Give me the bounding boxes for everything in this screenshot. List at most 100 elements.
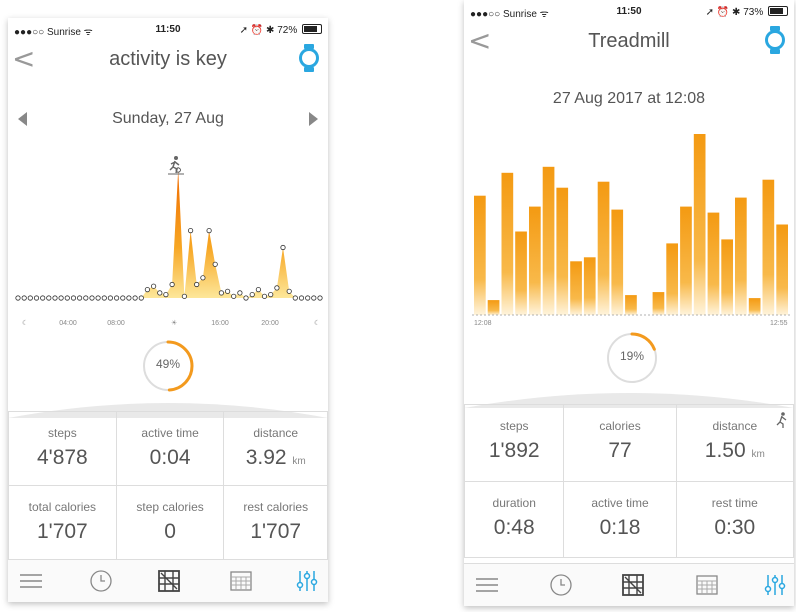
stat-value: 0:18 — [599, 515, 641, 539]
data-point — [101, 295, 107, 301]
stat-active-time[interactable]: active time 0:18 — [563, 480, 677, 558]
data-point — [311, 295, 317, 301]
data-point — [33, 295, 40, 301]
stat-value: 0:04 — [149, 446, 191, 469]
data-point — [280, 244, 286, 251]
clock-icon[interactable] — [548, 572, 574, 598]
bar — [529, 206, 541, 315]
activity-map-icon[interactable] — [620, 572, 646, 598]
stat-calories[interactable]: calories 77 — [563, 404, 677, 482]
data-point — [231, 293, 237, 299]
menu-icon[interactable] — [18, 568, 44, 594]
bar — [693, 134, 706, 315]
stat-step-calories[interactable]: step calories 0 — [115, 485, 225, 560]
data-point — [298, 295, 305, 301]
settings-sliders-icon[interactable] — [762, 572, 788, 598]
calendar-icon[interactable] — [228, 568, 254, 594]
stat-value: 77 — [608, 439, 632, 462]
stat-rest-calories[interactable]: rest calories 1'707 — [223, 485, 328, 560]
daily-goal-ring: 49% — [140, 338, 196, 394]
stat-label: rest time — [711, 495, 758, 510]
x-start-label: 12:08 — [474, 320, 492, 327]
next-day-button[interactable] — [309, 112, 318, 126]
activity-area — [18, 170, 320, 298]
runner-icon — [168, 156, 184, 175]
battery-icon — [302, 24, 322, 34]
data-point — [107, 295, 114, 301]
data-point — [52, 295, 58, 301]
stat-distance[interactable]: distance 1.50 km — [675, 404, 794, 482]
data-point — [200, 275, 206, 281]
status-right: ➚ ⏰ ✱ 73% — [706, 6, 788, 18]
phone-screen-treadmill: ●●●○○ Sunrise ᯤ 11:50 ➚ ⏰ ✱ 73% < Treadm… — [464, 0, 794, 606]
data-point — [138, 295, 144, 301]
bar — [556, 187, 569, 315]
data-point — [163, 292, 169, 298]
data-point — [83, 295, 89, 301]
phone-screen-daily-activity: ●●●○○ Sunrise ᯤ 11:50 ➚ ⏰ ✱ 72% < activi… — [8, 18, 328, 602]
data-point — [255, 287, 261, 293]
bar — [597, 181, 610, 315]
settings-sliders-icon[interactable] — [294, 568, 320, 594]
page-title: Treadmill — [588, 30, 670, 52]
data-point — [218, 290, 224, 296]
x-tick-label: 16:00 — [211, 320, 229, 327]
watch-icon[interactable] — [764, 26, 786, 54]
bar — [501, 172, 514, 315]
bar — [542, 166, 555, 315]
previous-day-button[interactable] — [18, 112, 27, 126]
stat-active-time[interactable]: active time 0:04 — [115, 411, 225, 486]
stat-distance[interactable]: distance 3.92 km — [223, 411, 328, 486]
stat-value: 3.92 — [245, 446, 287, 469]
data-point — [225, 288, 231, 294]
battery-icon — [768, 6, 788, 16]
bar — [666, 243, 678, 315]
stat-steps[interactable]: steps 4'878 — [8, 411, 117, 486]
bar — [735, 197, 747, 315]
stat-label: distance — [253, 426, 299, 440]
stat-value: 1'892 — [488, 439, 540, 462]
data-point — [144, 287, 150, 293]
stat-total-calories[interactable]: total calories 1'707 — [8, 485, 117, 560]
status-bar: ●●●○○ Sunrise ᯤ 11:50 ➚ ⏰ ✱ 72% — [8, 24, 328, 38]
stat-label: steps — [48, 426, 77, 440]
bar — [652, 292, 665, 315]
watch-icon[interactable] — [298, 44, 320, 72]
clock-icon[interactable] — [88, 568, 114, 594]
data-point — [27, 295, 33, 301]
calendar-icon[interactable] — [694, 572, 720, 598]
data-point — [120, 295, 126, 301]
data-point — [237, 290, 243, 296]
data-point — [249, 292, 255, 298]
date-label: Sunday, 27 Aug — [112, 110, 224, 127]
menu-icon[interactable] — [474, 572, 500, 598]
stats-grid: steps 1'892 calories 77 distance 1.50 km du… — [464, 404, 794, 558]
stat-label: calories — [599, 419, 641, 433]
bar — [721, 239, 733, 315]
goal-ring: 19% — [604, 330, 660, 386]
data-point — [64, 295, 70, 301]
status-right: ➚ ⏰ ✱ 72% — [240, 24, 322, 36]
goal-percent-label: 49% — [155, 357, 181, 371]
x-tick-label: 08:00 — [107, 320, 125, 327]
x-tick-label: 04:00 — [59, 320, 77, 327]
bar — [611, 209, 624, 315]
stat-label: steps — [499, 419, 529, 433]
data-point — [58, 295, 64, 301]
data-point — [194, 281, 200, 288]
stat-steps[interactable]: steps 1'892 — [464, 404, 565, 482]
stat-value: 1'707 — [37, 520, 88, 543]
stat-rest-time[interactable]: rest time 0:30 — [675, 480, 794, 558]
bar — [762, 179, 775, 315]
bar — [680, 206, 692, 315]
stat-duration[interactable]: duration 0:48 — [464, 480, 565, 558]
x-tick-label: 20:00 — [261, 320, 279, 327]
stat-value: 1.50 — [704, 439, 746, 462]
stat-value: 0 — [164, 520, 176, 543]
data-point — [181, 293, 187, 299]
night-start-icon: ☾ — [22, 319, 28, 327]
data-point — [292, 295, 298, 301]
data-point — [46, 295, 52, 301]
data-point — [70, 295, 77, 301]
activity-map-icon[interactable] — [156, 568, 182, 594]
